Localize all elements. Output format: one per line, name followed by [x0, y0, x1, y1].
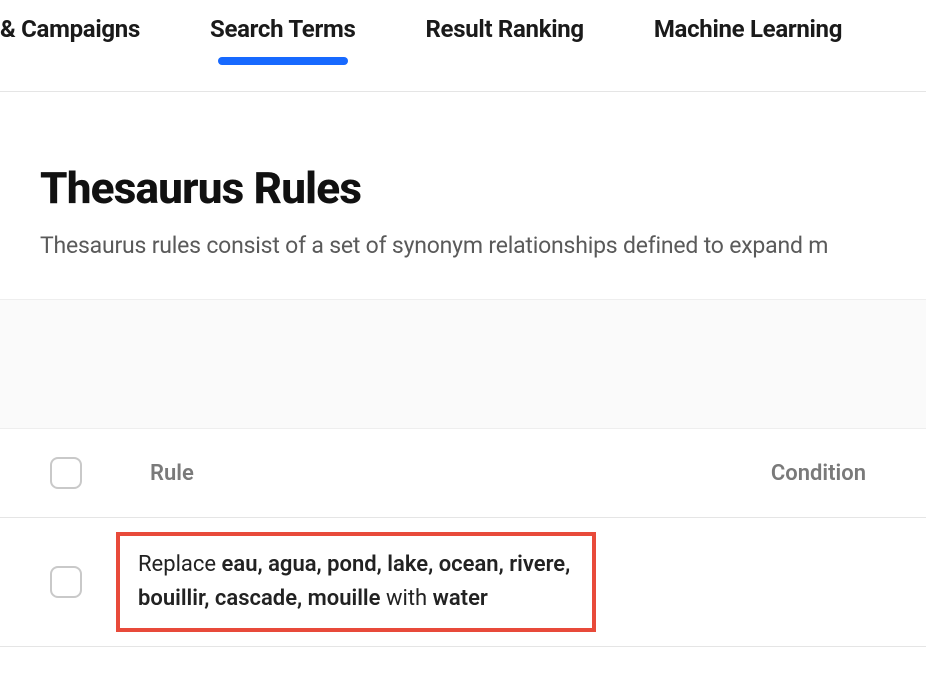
tab-bar: & Campaigns Search Terms Result Ranking …: [0, 0, 926, 92]
page-header: Thesaurus Rules Thesaurus rules consist …: [0, 92, 926, 259]
select-all-checkbox[interactable]: [50, 457, 82, 489]
column-header-rule: Rule: [150, 461, 194, 486]
row-checkbox[interactable]: [50, 566, 82, 598]
rule-word-replace: Replace: [138, 552, 216, 577]
rule-word-with: with: [386, 586, 427, 611]
table-row[interactable]: Replace eau, agua, pond, lake, ocean, ri…: [0, 518, 926, 647]
toolbar-band: [0, 299, 926, 429]
rule-terms-line2: bouillir, cascade, mouille: [138, 586, 380, 611]
rule-terms-line1: eau, agua, pond, lake, ocean, rivere,: [222, 552, 571, 577]
tab-campaigns[interactable]: & Campaigns: [0, 15, 140, 61]
tab-search-terms[interactable]: Search Terms: [210, 15, 356, 61]
tab-machine-learning[interactable]: Machine Learning: [654, 15, 842, 61]
table-header-row: Rule Condition: [0, 429, 926, 518]
rule-target: water: [433, 586, 488, 611]
tab-result-ranking[interactable]: Result Ranking: [425, 15, 583, 61]
page-title: Thesaurus Rules: [40, 162, 926, 214]
rule-description: Replace eau, agua, pond, lake, ocean, ri…: [116, 532, 596, 632]
column-header-condition: Condition: [771, 461, 866, 486]
page-subtitle: Thesaurus rules consist of a set of syno…: [40, 232, 926, 259]
